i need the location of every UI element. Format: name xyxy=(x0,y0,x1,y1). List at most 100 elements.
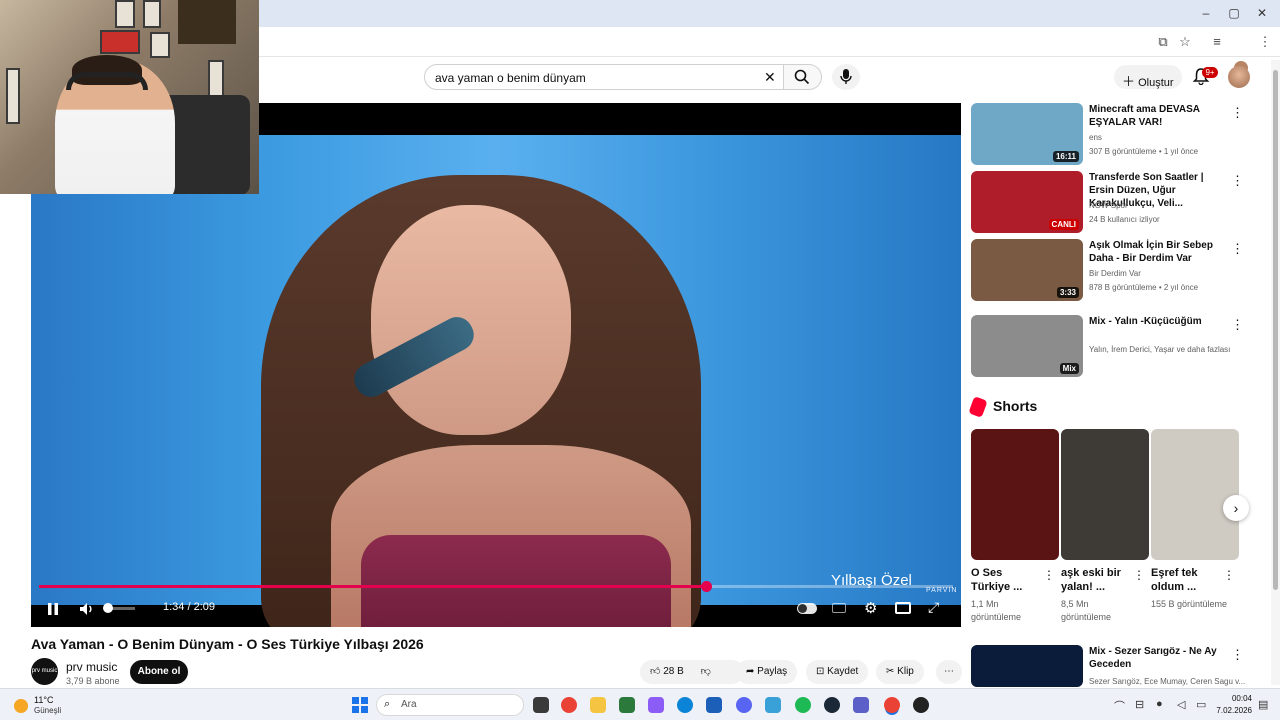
more-options-icon[interactable]: ⋮ xyxy=(1043,568,1055,582)
weather-temperature[interactable]: 11°C xyxy=(34,695,53,705)
network-icon[interactable]: ⊟ xyxy=(1135,698,1144,711)
spotify-icon[interactable] xyxy=(795,697,811,713)
video-frame[interactable]: PARVIN xyxy=(31,135,961,627)
clip-button[interactable]: ✂ Klip xyxy=(876,660,924,684)
create-button[interactable]: ＋ Oluştur xyxy=(1114,65,1182,89)
search-input[interactable]: ava yaman o benim dünyam xyxy=(424,64,784,90)
short-thumbnail[interactable] xyxy=(1151,429,1239,560)
pause-icon[interactable] xyxy=(47,602,59,616)
shorts-next-button[interactable]: › xyxy=(1223,495,1249,521)
recommendation-thumbnail[interactable] xyxy=(971,645,1083,687)
chrome-active-icon[interactable] xyxy=(884,697,900,713)
like-count: 28 B xyxy=(663,666,684,677)
more-options-icon[interactable]: ⋮ xyxy=(1231,173,1244,189)
recommendation-item[interactable]: 3:33 Aşık Olmak İçin Bir Sebep Daha - Bi… xyxy=(971,239,1261,303)
edge-icon[interactable] xyxy=(677,697,693,713)
settings-gear-icon[interactable]: ⚙ xyxy=(864,599,877,617)
short-title[interactable]: aşk eski bir yalan! ... xyxy=(1061,566,1131,594)
restore-button[interactable]: ▢ xyxy=(1224,5,1244,21)
recommendation-item[interactable]: CANLI Transferde Son Saatler | Ersin Düz… xyxy=(971,171,1261,235)
recommendation-title[interactable]: Aşık Olmak İçin Bir Sebep Daha - Bir Der… xyxy=(1089,239,1229,265)
dislike-button[interactable]: 👎︎ xyxy=(701,666,711,677)
notification-center-icon[interactable]: ▤ xyxy=(1258,698,1268,711)
recommendation-channel[interactable]: ens xyxy=(1089,133,1102,142)
discord-icon[interactable] xyxy=(736,697,752,713)
windows-start-icon[interactable] xyxy=(352,697,368,713)
more-options-icon[interactable]: ⋮ xyxy=(1231,317,1244,333)
browser-menu-icon[interactable]: ⋮ xyxy=(1256,34,1274,50)
store-icon[interactable] xyxy=(619,697,635,713)
wifi-icon[interactable]: ⌒ xyxy=(1114,698,1125,714)
outlook-icon[interactable] xyxy=(706,697,722,713)
media-control-icon[interactable]: ≡ xyxy=(1208,34,1226,50)
recommendation-item[interactable]: Mix Mix - Yalın -Küçücüğüm Yalın, İrem D… xyxy=(971,315,1261,379)
recommendation-title[interactable]: Mix - Sezer Sarıgöz - Ne Ay Geceden xyxy=(1089,645,1229,671)
more-options-icon[interactable]: ⋮ xyxy=(1223,568,1235,582)
voice-search-button[interactable] xyxy=(832,64,860,90)
steam-icon[interactable] xyxy=(824,697,840,713)
clock-date[interactable]: 7.02.2026 xyxy=(1214,706,1252,715)
progress-bar[interactable] xyxy=(39,581,953,592)
share-button[interactable]: ➦ Paylaş xyxy=(736,660,798,684)
theater-mode-icon[interactable] xyxy=(895,602,911,614)
short-thumbnail[interactable] xyxy=(1061,429,1149,560)
short-title[interactable]: Eşref tek oldum ... xyxy=(1151,566,1221,594)
chrome-icon[interactable] xyxy=(561,697,577,713)
minimize-button[interactable]: – xyxy=(1196,5,1216,21)
file-explorer-icon[interactable] xyxy=(590,697,606,713)
taskbar-search-input[interactable]: Ara xyxy=(376,694,524,716)
bookmark-star-icon[interactable]: ☆ xyxy=(1176,34,1194,50)
recommendation-title[interactable]: Minecraft ama DEVASA EŞYALAR VAR! xyxy=(1089,103,1229,129)
subscribe-button[interactable]: Abone ol xyxy=(130,660,188,684)
more-actions-button[interactable]: ⋯ xyxy=(936,660,962,684)
more-options-icon[interactable]: ⋮ xyxy=(1231,241,1244,257)
more-options-icon[interactable]: ⋮ xyxy=(1133,568,1145,582)
recommendation-thumbnail[interactable]: Mix xyxy=(971,315,1083,377)
recommendation-thumbnail[interactable]: CANLI xyxy=(971,171,1083,233)
cast-icon[interactable]: ⧉ xyxy=(1154,34,1172,50)
save-button[interactable]: ⊡ Kaydet xyxy=(806,660,869,684)
subscriber-count: 3,79 B abone xyxy=(66,676,120,686)
notification-badge: 9+ xyxy=(1202,67,1218,78)
scrollbar-thumb[interactable] xyxy=(1273,70,1278,590)
wall-poster xyxy=(150,32,170,58)
volume-icon[interactable] xyxy=(79,602,95,616)
clock-time[interactable]: 00:04 xyxy=(1230,694,1252,703)
battery-icon[interactable]: ▭ xyxy=(1196,698,1206,711)
weather-description[interactable]: Güneşli xyxy=(34,706,61,715)
progress-scrubber[interactable] xyxy=(701,581,712,592)
autoplay-toggle[interactable] xyxy=(797,603,817,614)
channel-avatar[interactable]: prv music xyxy=(31,658,58,685)
recommendation-title[interactable]: Mix - Yalın -Küçücüğüm xyxy=(1089,315,1229,328)
close-window-button[interactable]: ✕ xyxy=(1252,5,1272,21)
recommendation-channel[interactable]: Yalın, İrem Derici, Yaşar ve daha fazlas… xyxy=(1089,345,1230,354)
short-thumbnail[interactable] xyxy=(971,429,1059,560)
recommendation-item[interactable]: Mix - Sezer Sarıgöz - Ne Ay Geceden Seze… xyxy=(971,645,1261,687)
account-avatar[interactable] xyxy=(1228,66,1250,88)
clear-search-icon[interactable]: ✕ xyxy=(764,69,776,86)
remote-desktop-icon[interactable] xyxy=(765,697,781,713)
channel-name[interactable]: prv music xyxy=(66,660,117,674)
recommendation-channel[interactable]: NOW Spor xyxy=(1089,201,1128,210)
like-button[interactable]: 👍︎ 28 B xyxy=(650,666,684,677)
fullscreen-icon[interactable]: ⤢ xyxy=(928,599,939,616)
recommendation-channel[interactable]: Sezer Sarıgöz, Ece Mumay, Ceren Sagu v..… xyxy=(1089,677,1245,686)
speaker-icon[interactable]: ◁ xyxy=(1177,698,1185,711)
more-options-icon[interactable]: ⋮ xyxy=(1231,647,1244,663)
copilot-icon[interactable] xyxy=(648,697,664,713)
recommendation-thumbnail[interactable]: 16:11 xyxy=(971,103,1083,165)
sun-icon[interactable] xyxy=(14,699,28,713)
task-view-icon[interactable] xyxy=(533,697,549,713)
duration-badge: 3:33 xyxy=(1056,287,1079,298)
recommendation-item[interactable]: 16:11 Minecraft ama DEVASA EŞYALAR VAR! … xyxy=(971,103,1261,167)
subtitles-icon[interactable] xyxy=(832,603,846,613)
microphone-tray-icon[interactable]: ● xyxy=(1156,698,1163,710)
teams-icon[interactable] xyxy=(853,697,869,713)
obs-icon[interactable] xyxy=(913,697,929,713)
search-button[interactable] xyxy=(784,64,822,90)
recommendation-thumbnail[interactable]: 3:33 xyxy=(971,239,1083,301)
more-options-icon[interactable]: ⋮ xyxy=(1231,105,1244,121)
recommendation-channel[interactable]: Bir Derdim Var xyxy=(1089,269,1141,278)
short-title[interactable]: O Ses Türkiye ... xyxy=(971,566,1041,594)
volume-handle[interactable] xyxy=(103,603,113,613)
